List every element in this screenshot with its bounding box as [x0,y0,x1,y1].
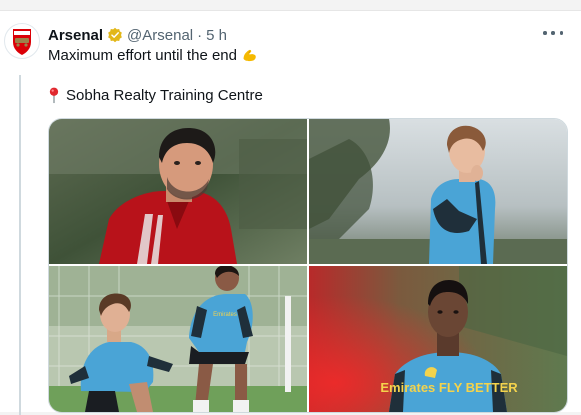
timestamp[interactable]: 5 h [206,27,227,44]
location-text: Sobha Realty Training Centre [66,87,263,104]
photo-player-thinking [309,119,567,264]
kit-sponsor-text: Emirates FLY BETTER [380,380,518,395]
photo-players-crouching: Emirates [49,266,307,412]
flexed-biceps-icon [243,49,256,62]
avatar[interactable] [4,23,40,59]
photo-3[interactable]: Emirates [49,266,307,412]
photo-1[interactable] [49,119,307,264]
arsenal-crest-icon [13,29,31,55]
location: Sobha Realty Training Centre [48,87,263,104]
photo-2[interactable] [309,119,567,264]
verified-badge-icon [108,27,122,43]
photo-coach [49,119,307,264]
media-grid: Emirates Emirates FLY BETTER [48,118,568,413]
tweet-card[interactable]: Arsenal @Arsenal · 5 h Maximum effort un… [0,10,581,415]
tweet-header: Arsenal @Arsenal · 5 h [48,25,227,45]
photo-player-portrait: Emirates FLY BETTER [309,266,567,412]
separator-dot: · [197,26,203,44]
thread-line [19,75,21,415]
kit-sponsor-text: Emirates [213,312,237,318]
author-name[interactable]: Arsenal [48,27,103,44]
round-pushpin-icon [49,87,59,104]
more-options-icon[interactable] [543,25,563,41]
tweet-text: Maximum effort until the end [48,47,258,64]
author-handle[interactable]: @Arsenal [127,27,193,44]
tweet-text-body: Maximum effort until the end [48,47,237,64]
photo-4[interactable]: Emirates FLY BETTER [309,266,567,412]
